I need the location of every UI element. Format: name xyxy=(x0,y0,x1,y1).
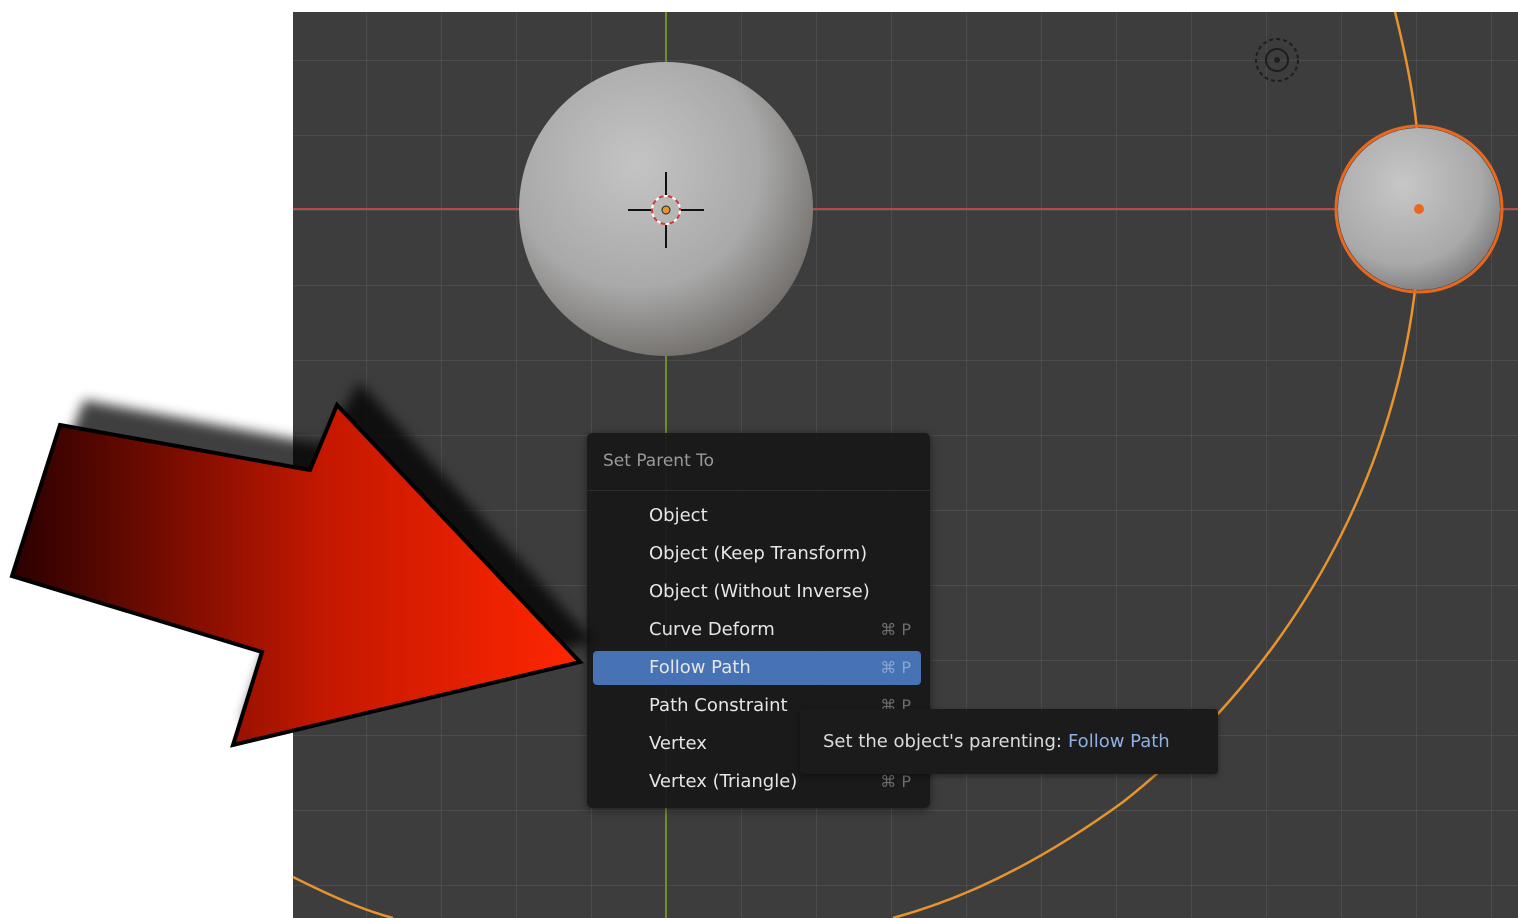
red-pointer-arrow-icon xyxy=(9,382,594,748)
menu-title: Set Parent To xyxy=(603,451,715,471)
menu-item-curve-deform[interactable]: Curve Deform ⌘ P xyxy=(593,613,921,647)
tooltip: Set the object's parenting: Follow Path xyxy=(800,709,1218,774)
menu-item-shortcut: ⌘ P xyxy=(880,772,911,791)
menu-item-label: Path Constraint xyxy=(649,695,788,716)
menu-item-label: Object (Keep Transform) xyxy=(649,543,868,564)
menu-item-shortcut: ⌘ P xyxy=(880,658,911,677)
menu-item-label: Object xyxy=(649,505,708,526)
menu-item-label: Follow Path xyxy=(649,657,751,678)
tooltip-prefix: Set the object's parenting: xyxy=(823,731,1062,752)
camera-target-icon xyxy=(1255,38,1299,82)
curve-path xyxy=(892,12,1422,918)
small-sphere-origin xyxy=(1414,204,1424,214)
menu-item-label: Vertex (Triangle) xyxy=(649,771,798,792)
menu-item-object[interactable]: Object xyxy=(593,499,921,533)
menu-item-object-without-inverse[interactable]: Object (Without Inverse) xyxy=(593,575,921,609)
tooltip-text: Set the object's parenting: Follow Path xyxy=(823,731,1170,752)
curve-path-left xyxy=(293,875,394,918)
menu-item-follow-path[interactable]: Follow Path ⌘ P xyxy=(593,651,921,685)
menu-item-label: Vertex xyxy=(649,733,707,754)
menu-item-label: Object (Without Inverse) xyxy=(649,581,870,602)
tooltip-value: Follow Path xyxy=(1067,731,1170,752)
menu-item-object-keep-transform[interactable]: Object (Keep Transform) xyxy=(593,537,921,571)
menu-item-label: Curve Deform xyxy=(649,619,775,640)
menu-separator xyxy=(587,490,930,491)
menu-item-shortcut: ⌘ P xyxy=(880,620,911,639)
